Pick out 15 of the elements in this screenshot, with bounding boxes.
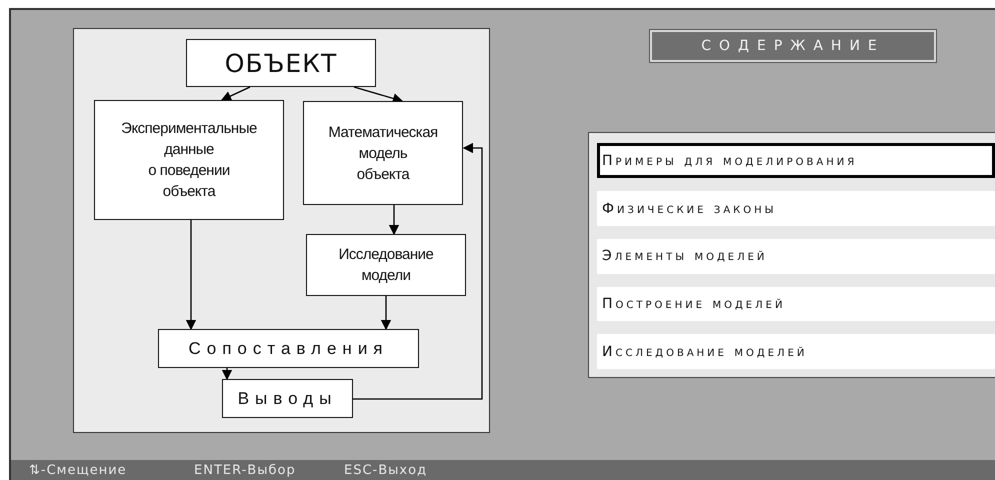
diagram-node: Сопоставления bbox=[158, 329, 419, 368]
menu-item[interactable]: Физические законы bbox=[597, 191, 995, 226]
diagram-node: Экспериментальные данные о поведении объекта bbox=[94, 100, 284, 220]
diagram-node: Исследование модели bbox=[306, 234, 466, 296]
menu-item[interactable]: Исследование моделей bbox=[597, 334, 995, 370]
menu-item[interactable]: Построение моделей bbox=[597, 286, 995, 322]
diagram-node: ОБЪЕКТ bbox=[186, 39, 376, 87]
key-hint: ⇅-Смещение bbox=[29, 462, 128, 478]
contents-title: СОДЕРЖАНИЕ bbox=[650, 30, 936, 62]
diagram-node: Математическая модель объекта bbox=[303, 101, 463, 205]
diagram-node: Выводы bbox=[222, 379, 353, 418]
menu-item[interactable]: Примеры для моделирования bbox=[597, 143, 995, 178]
menu-item[interactable]: Элементы моделей bbox=[597, 238, 995, 274]
key-hint: ESC-Выход bbox=[344, 462, 428, 478]
key-hint: ENTER-Выбор bbox=[194, 462, 297, 478]
